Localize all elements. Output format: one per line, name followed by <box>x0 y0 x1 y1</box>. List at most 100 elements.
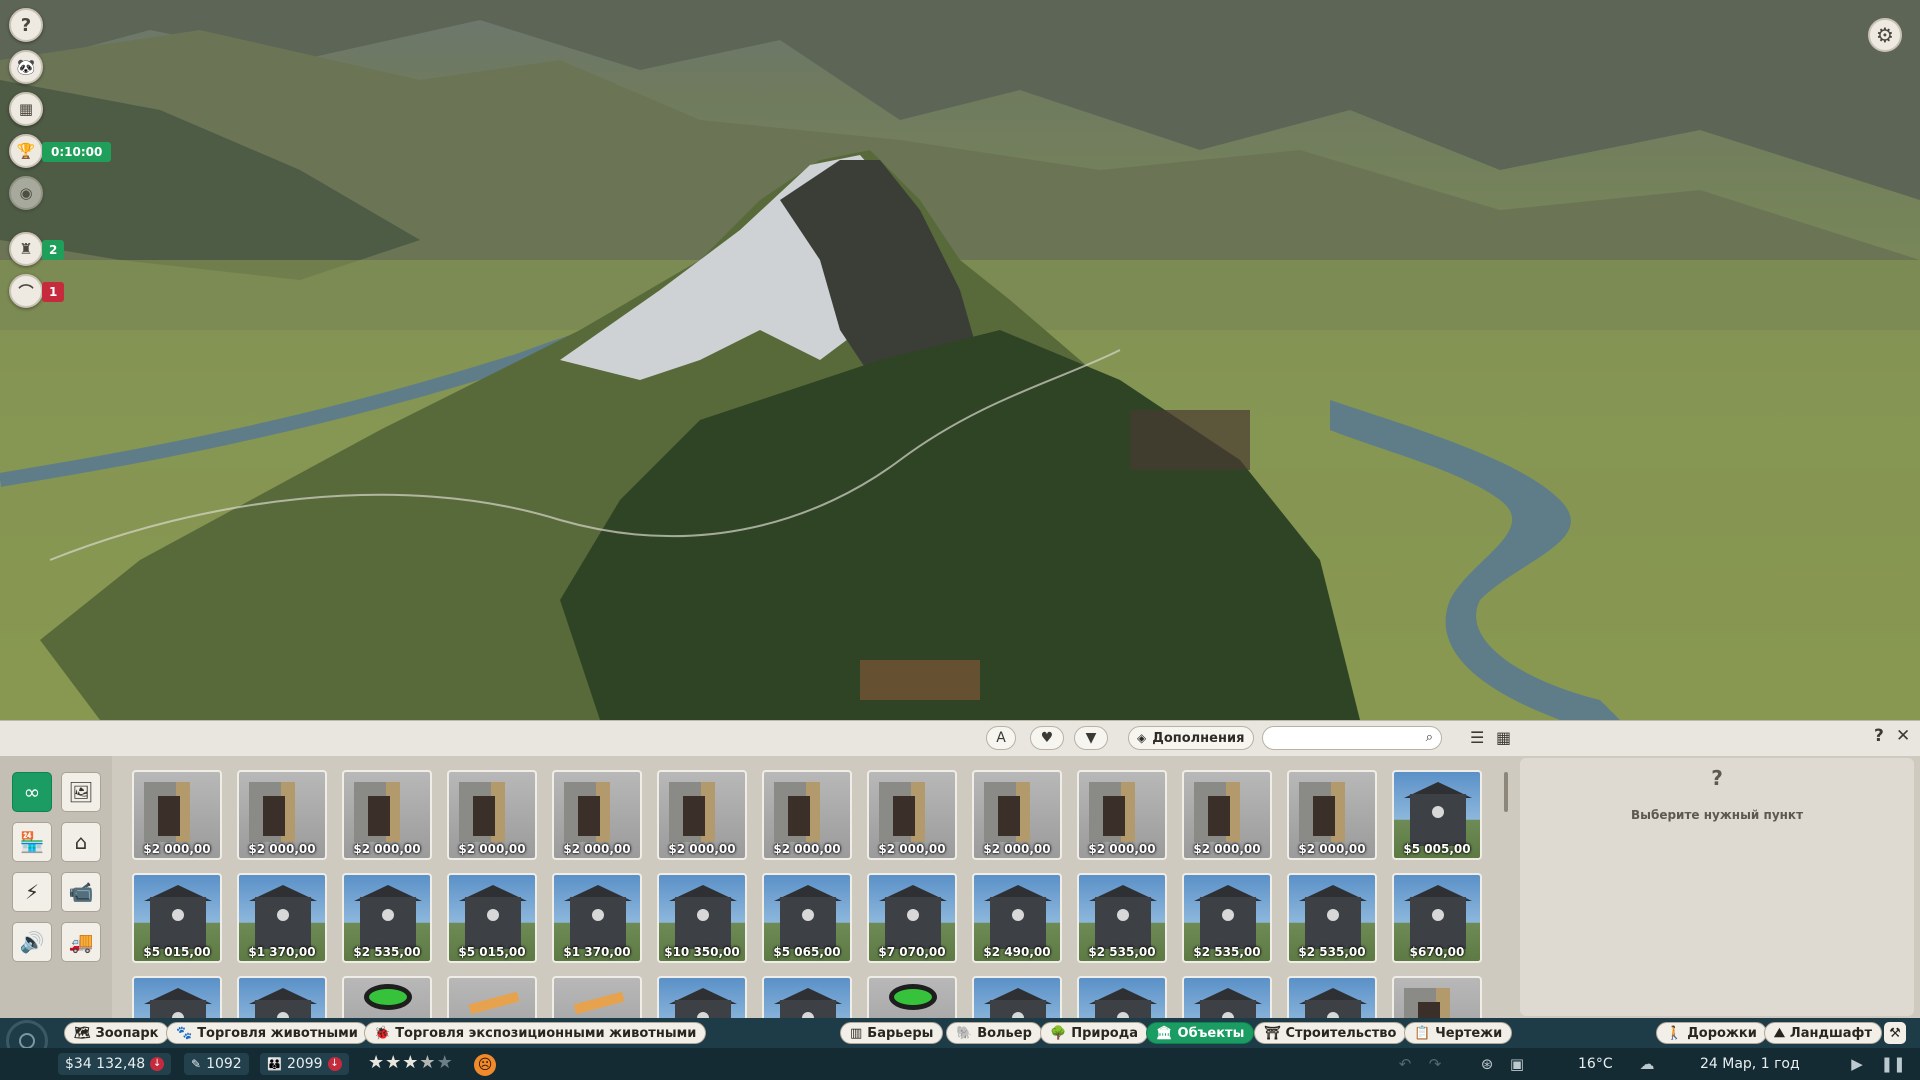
item-tile[interactable]: $5 005,00 <box>1392 770 1482 860</box>
category-speakers[interactable]: 🔊 <box>12 922 52 962</box>
zoo-rating[interactable]: ★★★★★ <box>368 1052 454 1073</box>
item-price: $2 000,00 <box>353 842 421 856</box>
item-tile[interactable]: $1 370,00 <box>552 873 642 963</box>
grid-scrollbar[interactable] <box>1504 772 1508 812</box>
building-sign-icon <box>1432 806 1444 818</box>
category-utilities[interactable]: ⚡ <box>12 872 52 912</box>
item-tile[interactable]: $2 000,00 <box>552 770 642 860</box>
sort-alpha-button[interactable]: A <box>986 726 1016 750</box>
item-tile[interactable]: $2 000,00 <box>132 770 222 860</box>
item-tile[interactable]: $2 000,00 <box>447 770 537 860</box>
park-viewport[interactable] <box>0 0 1920 720</box>
tab-terrain[interactable]: ⛰ Ландшафт <box>1764 1022 1882 1044</box>
item-tile[interactable]: $7 070,00 <box>867 873 957 963</box>
pause-icon[interactable]: ❚❚ <box>1880 1053 1905 1075</box>
item-tile[interactable] <box>1287 976 1377 1018</box>
item-tile[interactable]: $2 000,00 <box>1287 770 1377 860</box>
item-tile[interactable]: $2 000,00 <box>1077 770 1167 860</box>
category-staff-facilities[interactable]: ⌂ <box>61 822 101 862</box>
filter-button[interactable]: ▼ <box>1074 726 1108 750</box>
item-tile[interactable]: $5 065,00 <box>762 873 852 963</box>
category-all[interactable]: ∞ <box>12 772 52 812</box>
item-tile[interactable]: $2 000,00 <box>342 770 432 860</box>
search-input[interactable]: ⌕ <box>1262 726 1442 750</box>
conservation-credits-display[interactable]: ✎ 1092 <box>184 1053 249 1075</box>
tab-nature[interactable]: 🌳 Природа <box>1040 1022 1148 1044</box>
category-education[interactable]: 🖼 <box>61 772 101 812</box>
item-price: $2 000,00 <box>983 842 1051 856</box>
photo-mode-icon[interactable]: ⊛ <box>1476 1053 1498 1075</box>
tab-barriers[interactable]: ▥ Барьеры <box>840 1022 944 1044</box>
sandbox-tools-button[interactable]: ⚒ <box>1884 1022 1906 1044</box>
undo-icon[interactable]: ↶ <box>1394 1053 1416 1075</box>
item-tile[interactable]: $1 370,00 <box>237 873 327 963</box>
tab-animal-trading[interactable]: 🐾 Торговля животными <box>166 1022 368 1044</box>
category-transport[interactable]: 🚚 <box>61 922 101 962</box>
grid-view-icon[interactable]: ▦ <box>1496 728 1511 747</box>
settings-button[interactable]: ⚙ <box>1868 18 1902 52</box>
tab-construction[interactable]: ⛩ Строительство <box>1254 1022 1407 1044</box>
zoo-icon: 🗺 <box>74 1025 91 1041</box>
item-tile[interactable] <box>867 976 957 1018</box>
item-tile[interactable]: $2 535,00 <box>342 873 432 963</box>
item-tile[interactable]: $2 000,00 <box>867 770 957 860</box>
trend-down-icon: ↓ <box>327 1057 342 1071</box>
item-tile[interactable]: $2 000,00 <box>1182 770 1272 860</box>
item-tile[interactable]: $670,00 <box>1392 873 1482 963</box>
item-tile[interactable]: $2 535,00 <box>1077 873 1167 963</box>
item-tile[interactable] <box>447 976 537 1018</box>
item-tile[interactable]: $2 000,00 <box>657 770 747 860</box>
screen-view-icon[interactable]: ▣ <box>1506 1053 1528 1075</box>
guests-display[interactable]: 👪 2099 ↓ <box>260 1053 349 1075</box>
favourites-button[interactable]: ♥ <box>1030 726 1064 750</box>
help-button[interactable]: ? <box>9 8 43 42</box>
tab-facilities[interactable]: 🏛 Объекты <box>1146 1022 1255 1044</box>
tab-habitat[interactable]: 🐘 Вольер <box>946 1022 1042 1044</box>
item-tile[interactable] <box>972 976 1062 1018</box>
item-tile[interactable] <box>132 976 222 1018</box>
category-security[interactable]: 📹 <box>61 872 101 912</box>
item-tile[interactable]: $10 350,00 <box>657 873 747 963</box>
challenge-button[interactable]: 🏆 <box>9 134 43 168</box>
item-tile[interactable]: $2 000,00 <box>762 770 852 860</box>
calendar-button[interactable]: ▦ <box>9 92 43 126</box>
tab-paths[interactable]: 🚶 Дорожки <box>1656 1022 1767 1044</box>
item-tile[interactable] <box>1182 976 1272 1018</box>
item-tile[interactable] <box>762 976 852 1018</box>
panel-help-icon[interactable]: ? <box>1874 726 1884 746</box>
shed-door <box>1418 1002 1440 1018</box>
landscape-illustration <box>0 0 1920 720</box>
item-tile[interactable] <box>237 976 327 1018</box>
item-tile[interactable]: $2 535,00 <box>1182 873 1272 963</box>
item-tile[interactable] <box>552 976 642 1018</box>
item-tile[interactable] <box>1392 976 1482 1018</box>
tab-blueprints[interactable]: 📋 Чертежи <box>1404 1022 1513 1044</box>
item-tile[interactable]: $2 535,00 <box>1287 873 1377 963</box>
item-tile[interactable]: $2 000,00 <box>972 770 1062 860</box>
guest-mood-icon[interactable]: ☹ <box>474 1054 496 1076</box>
facility-alerts-button[interactable]: ⌒ <box>9 274 43 308</box>
tab-zoo[interactable]: 🗺 Зоопарк <box>64 1022 169 1044</box>
item-tile[interactable] <box>657 976 747 1018</box>
category-shops[interactable]: 🏪 <box>12 822 52 862</box>
question-icon: ? <box>20 14 32 36</box>
item-tile[interactable] <box>1077 976 1167 1018</box>
visibility-button[interactable]: ◉ <box>9 176 43 210</box>
tab-exhibit-animal-trading[interactable]: 🐞 Торговля экспозиционными животными <box>364 1022 707 1044</box>
money-display[interactable]: $34 132,48 ↓ <box>58 1053 172 1075</box>
addons-button[interactable]: ◈ Дополнения <box>1128 726 1254 750</box>
list-view-icon[interactable]: ☰ <box>1470 728 1484 747</box>
star-icon: ★ <box>368 1052 386 1073</box>
redo-icon[interactable]: ↷ <box>1424 1053 1446 1075</box>
building-sign-icon <box>802 909 814 921</box>
close-icon[interactable]: ✕ <box>1896 726 1910 746</box>
item-tile[interactable]: $5 015,00 <box>132 873 222 963</box>
item-tile[interactable] <box>342 976 432 1018</box>
item-tile[interactable]: $2 490,00 <box>972 873 1062 963</box>
item-tile[interactable]: $5 015,00 <box>447 873 537 963</box>
staff-alerts-button[interactable]: ♜ <box>9 232 43 266</box>
play-speed-icon[interactable]: ▶ <box>1846 1053 1868 1075</box>
item-tile[interactable]: $2 000,00 <box>237 770 327 860</box>
shed-door <box>368 796 390 836</box>
zoo-info-button[interactable]: 🐼 <box>9 50 43 84</box>
